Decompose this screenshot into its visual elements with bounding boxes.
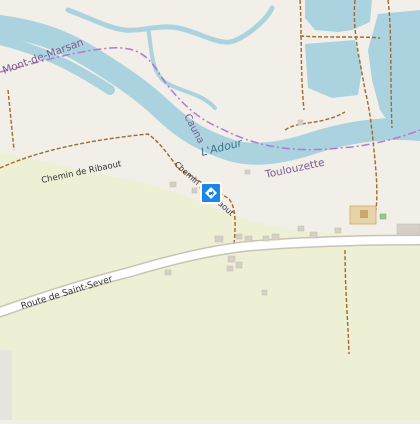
map-view[interactable]: Mont-de-Marsan Cauna L'Adour Toulouzette…: [0, 0, 420, 420]
left-edge-patch: [0, 350, 12, 420]
location-marker[interactable]: [200, 182, 222, 204]
lake-middle: [305, 40, 362, 98]
map-canvas[interactable]: Mont-de-Marsan Cauna L'Adour Toulouzette…: [0, 0, 420, 420]
